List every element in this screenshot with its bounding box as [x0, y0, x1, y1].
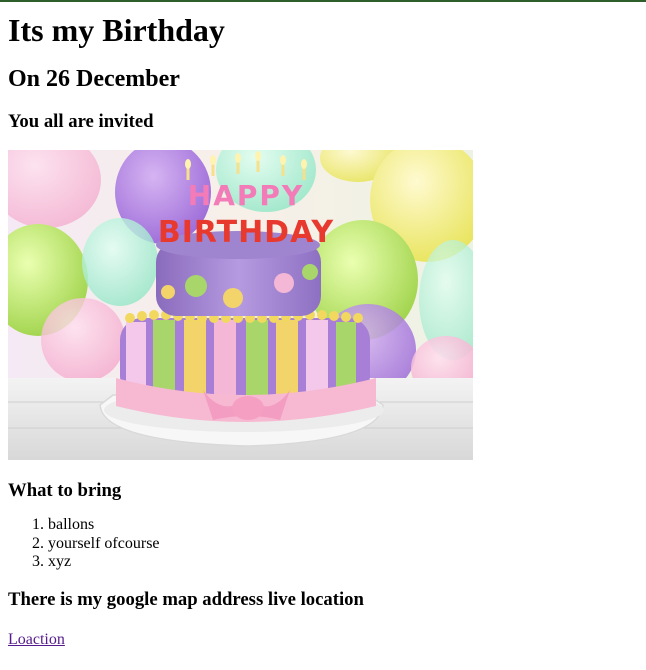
- list-item: yourself ofcourse: [48, 535, 638, 554]
- list-item: ballons: [48, 516, 638, 535]
- cake-topper-line1: HAPPY: [188, 179, 304, 212]
- map-heading: There is my google map address live loca…: [8, 588, 364, 610]
- cake-topper-line2: BIRTHDAY: [158, 215, 335, 250]
- page-content: Its my Birthday On 26 December You all a…: [0, 12, 646, 649]
- birthday-cake-image: HAPPY BIRTHDAY: [8, 150, 473, 460]
- page-title: Its my Birthday: [8, 12, 225, 48]
- location-link[interactable]: Loaction: [8, 631, 65, 649]
- date-heading: On 26 December: [8, 66, 180, 92]
- bring-list: ballons yourself ofcourse xyz: [8, 516, 638, 572]
- list-item: xyz: [48, 553, 638, 572]
- invite-heading: You all are invited: [8, 111, 154, 132]
- bring-heading: What to bring: [8, 480, 122, 501]
